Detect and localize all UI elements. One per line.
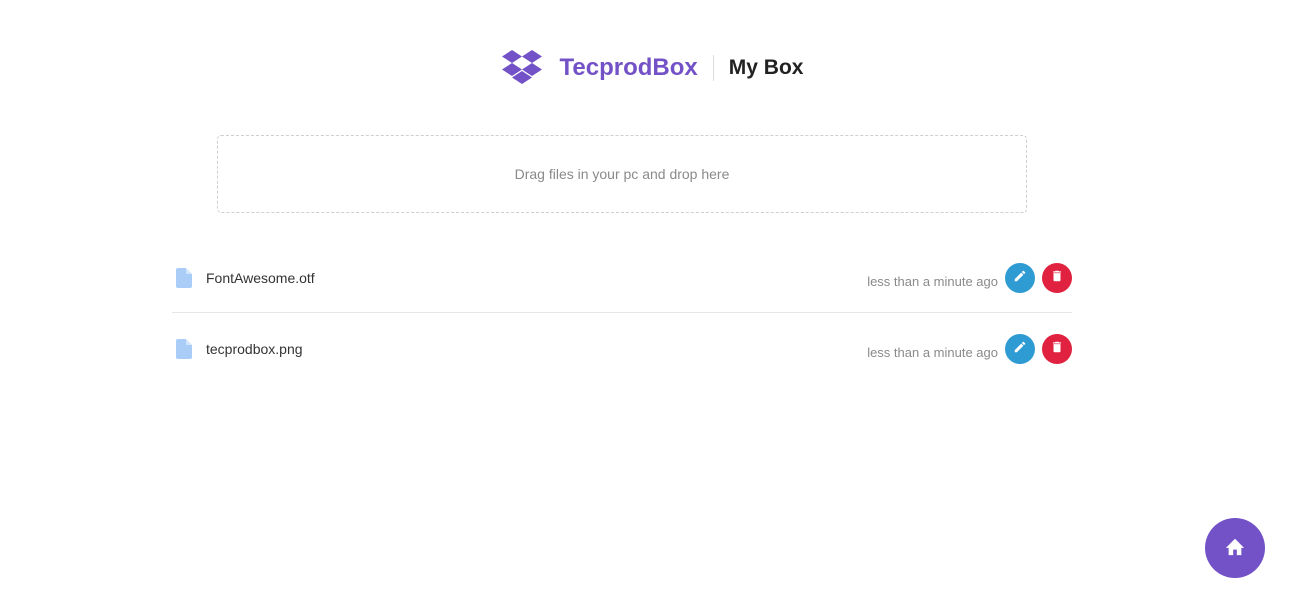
delete-button[interactable]	[1042, 263, 1072, 293]
brand-title: TecprodBox	[560, 55, 714, 81]
file-name[interactable]: tecprodbox.png	[206, 341, 303, 357]
file-name[interactable]: FontAwesome.otf	[206, 270, 315, 286]
home-icon	[1224, 536, 1246, 561]
file-timestamp: less than a minute ago	[867, 345, 998, 360]
delete-button[interactable]	[1042, 334, 1072, 364]
file-icon	[176, 339, 192, 359]
page-title: My Box	[728, 56, 804, 79]
file-timestamp: less than a minute ago	[867, 274, 998, 289]
file-icon	[176, 268, 192, 288]
edit-button[interactable]	[1005, 263, 1035, 293]
dropbox-icon	[501, 50, 542, 86]
page-header: TecprodBox My Box	[0, 48, 1305, 88]
file-dropzone[interactable]: Drag files in your pc and drop here	[217, 135, 1027, 213]
file-row: tecprodbox.png less than a minute ago	[172, 313, 1072, 384]
dropzone-text: Drag files in your pc and drop here	[514, 166, 730, 182]
trash-icon	[1050, 340, 1064, 359]
trash-icon	[1050, 269, 1064, 288]
file-list: FontAwesome.otf less than a minute ago t…	[172, 242, 1072, 384]
file-row: FontAwesome.otf less than a minute ago	[172, 242, 1072, 313]
edit-button[interactable]	[1005, 334, 1035, 364]
home-button[interactable]	[1205, 518, 1265, 578]
pencil-icon	[1013, 340, 1027, 359]
pencil-icon	[1013, 269, 1027, 288]
